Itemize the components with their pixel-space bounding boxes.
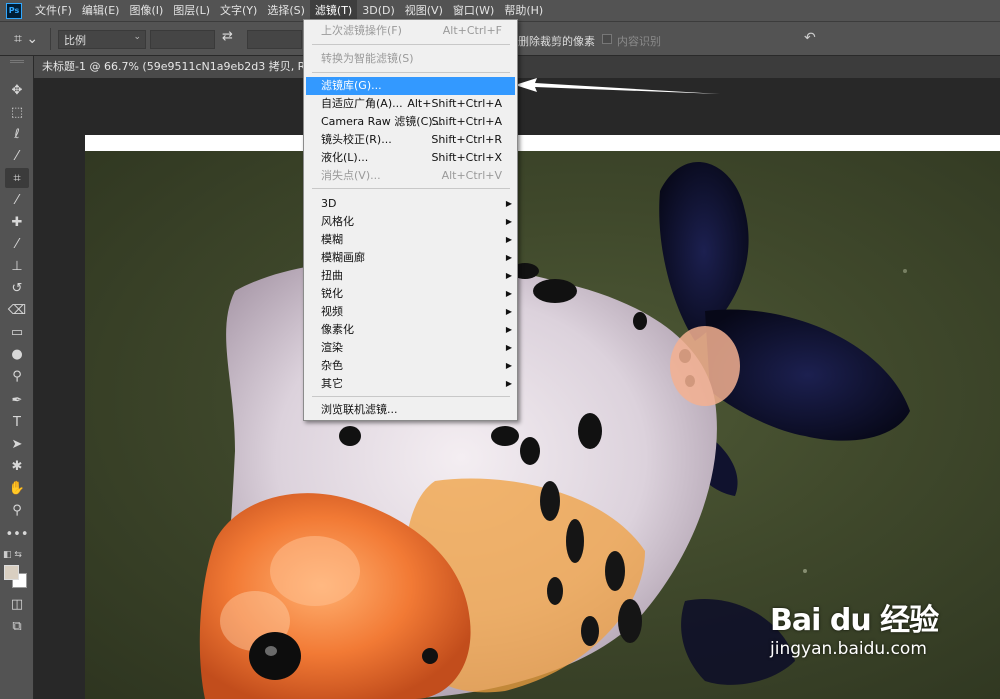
lasso-tool-icon[interactable]: ℓ <box>5 124 29 144</box>
photoshop-window: Ps 文件(F) 编辑(E) 图像(I) 图层(L) 文字(Y) 选择(S) 滤… <box>0 0 1000 699</box>
menu-divider <box>312 44 510 45</box>
menu-item-blur[interactable]: 模糊 ▶ <box>306 231 515 249</box>
brush-tool-icon[interactable]: ⁄ <box>5 234 29 254</box>
marquee-tool-icon[interactable]: ⬚ <box>5 102 29 122</box>
menu-item-last-filter: 上次滤镜操作(F) Alt+Ctrl+F <box>321 24 502 37</box>
toolbox-grip[interactable] <box>10 60 24 63</box>
healing-brush-tool-icon[interactable]: ✚ <box>5 212 29 232</box>
annotation-arrow-icon <box>515 78 720 94</box>
blur-tool-icon[interactable]: ● <box>5 344 29 364</box>
default-colors-icon[interactable]: ◧ ⇆ <box>3 550 22 560</box>
chevron-down-icon: ⌄ <box>133 32 141 42</box>
zoom-tool-icon[interactable]: ⚲ <box>5 500 29 520</box>
menu-item-render[interactable]: 渲染 ▶ <box>306 339 515 357</box>
pen-tool-icon[interactable]: ✒ <box>5 390 29 410</box>
menu-item-adaptive-wide-angle[interactable]: 自适应广角(A)... Alt+Shift+Ctrl+A <box>306 95 515 113</box>
menu-item-sharpen[interactable]: 锐化 ▶ <box>306 285 515 303</box>
menu-item-vanishing-point: 消失点(V)... Alt+Ctrl+V <box>321 169 502 182</box>
content-aware-checkbox[interactable] <box>602 34 612 44</box>
submenu-arrow-icon: ▶ <box>505 271 512 280</box>
menu-item-liquify[interactable]: 液化(L)... Shift+Ctrl+X <box>306 149 515 167</box>
foreground-color-swatch[interactable] <box>4 565 19 580</box>
content-aware-label: 内容识别 <box>617 35 661 48</box>
menu-item-distort[interactable]: 扭曲 ▶ <box>306 267 515 285</box>
submenu-arrow-icon: ▶ <box>505 199 512 208</box>
menu-divider <box>312 396 510 397</box>
menu-item-pixelate[interactable]: 像素化 ▶ <box>306 321 515 339</box>
move-tool-icon[interactable]: ✥ <box>5 80 29 100</box>
options-divider <box>50 28 51 50</box>
custom-shape-tool-icon[interactable]: ✱ <box>5 456 29 476</box>
watermark-logo: Bai du 经验 <box>770 603 939 638</box>
menu-item-lens-correction[interactable]: 镜头校正(R)... Shift+Ctrl+R <box>306 131 515 149</box>
eyedropper-tool-icon[interactable]: ⁄ <box>5 190 29 210</box>
submenu-arrow-icon: ▶ <box>505 289 512 298</box>
swap-dimensions-icon[interactable]: ⇄ <box>222 29 233 44</box>
crop-width-field[interactable] <box>150 30 215 49</box>
menu-item-convert-smart-filter: 转换为智能滤镜(S) <box>321 52 414 65</box>
menu-item-stylize[interactable]: 风格化 ▶ <box>306 213 515 231</box>
toolbox: ✥ ⬚ ℓ ⁄ ⌗ ⁄ ✚ ⁄ ⊥ ↺ ⌫ ▭ ● ⚲ ✒ T ➤ ✱ ✋ ⚲ … <box>0 56 34 699</box>
dodge-tool-icon[interactable]: ⚲ <box>5 366 29 386</box>
menu-item-blur-gallery[interactable]: 模糊画廊 ▶ <box>306 249 515 267</box>
history-brush-tool-icon[interactable]: ↺ <box>5 278 29 298</box>
delete-crop-label[interactable]: 删除裁剪的像素 <box>518 33 595 49</box>
submenu-arrow-icon: ▶ <box>505 379 512 388</box>
menu-divider <box>312 72 510 73</box>
canvas-top-strip <box>85 135 1000 151</box>
watermark-site: jingyan.baidu.com <box>770 639 927 659</box>
menu-edit[interactable]: 编辑(E) <box>77 0 125 22</box>
photoshop-logo-icon: Ps <box>6 2 22 19</box>
menu-item-video[interactable]: 视频 ▶ <box>306 303 515 321</box>
path-selection-tool-icon[interactable]: ➤ <box>5 434 29 454</box>
submenu-arrow-icon: ▶ <box>505 235 512 244</box>
reset-icon[interactable]: ↶ <box>804 30 816 46</box>
quick-mask-icon[interactable]: ◫ <box>5 594 29 614</box>
menu-layer[interactable]: 图层(L) <box>168 0 215 22</box>
submenu-arrow-icon: ▶ <box>505 361 512 370</box>
crop-ratio-select[interactable]: 比例 ⌄ <box>58 30 146 49</box>
submenu-arrow-icon: ▶ <box>505 307 512 316</box>
menu-item-camera-raw[interactable]: Camera Raw 滤镜(C)... Shift+Ctrl+A <box>306 113 515 131</box>
gradient-tool-icon[interactable]: ▭ <box>5 322 29 342</box>
crop-tool-icon[interactable]: ⌗ <box>5 168 29 188</box>
baidu-watermark: Bai du 经验 jingyan.baidu.com <box>770 595 939 659</box>
menu-item-other[interactable]: 其它 ▶ <box>306 375 515 393</box>
menu-item-3d[interactable]: 3D ▶ <box>306 195 515 213</box>
type-tool-icon[interactable]: T <box>5 412 29 432</box>
menu-image[interactable]: 图像(I) <box>124 0 168 22</box>
menu-item-browse-online-filters[interactable]: 浏览联机滤镜... <box>306 401 515 419</box>
submenu-arrow-icon: ▶ <box>505 325 512 334</box>
menu-item-noise[interactable]: 杂色 ▶ <box>306 357 515 375</box>
submenu-arrow-icon: ▶ <box>505 217 512 226</box>
menu-file[interactable]: 文件(F) <box>30 0 77 22</box>
eraser-tool-icon[interactable]: ⌫ <box>5 300 29 320</box>
submenu-arrow-icon: ▶ <box>505 343 512 352</box>
menu-type[interactable]: 文字(Y) <box>215 0 262 22</box>
screen-mode-icon[interactable]: ⧉ <box>5 616 29 636</box>
clone-stamp-tool-icon[interactable]: ⊥ <box>5 256 29 276</box>
crop-tool-preset-icon[interactable]: ⌗ ⌄ <box>14 31 42 47</box>
magic-wand-tool-icon[interactable]: ⁄ <box>5 146 29 166</box>
crop-ratio-value: 比例 <box>64 34 86 47</box>
menu-divider <box>312 188 510 189</box>
crop-height-field[interactable] <box>247 30 302 49</box>
more-tools-icon[interactable]: ••• <box>5 524 29 544</box>
filter-menu-dropdown: 上次滤镜操作(F) Alt+Ctrl+F 转换为智能滤镜(S) 滤镜库(G)..… <box>303 19 518 421</box>
submenu-arrow-icon: ▶ <box>505 253 512 262</box>
hand-tool-icon[interactable]: ✋ <box>5 478 29 498</box>
menu-item-filter-gallery[interactable]: 滤镜库(G)... <box>306 77 515 95</box>
